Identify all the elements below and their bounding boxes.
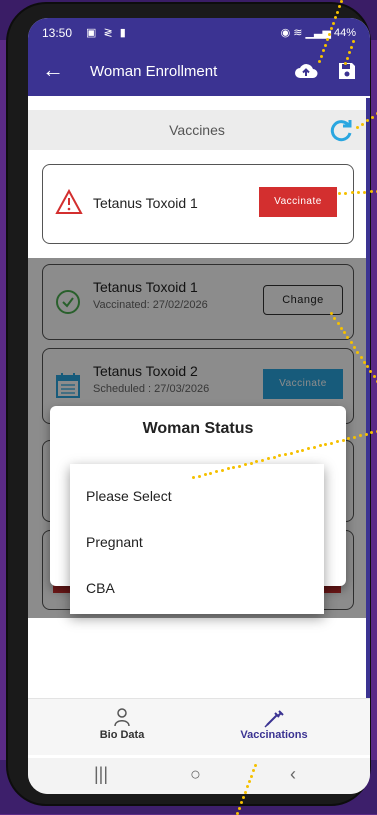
annotation-dot (330, 441, 333, 445)
annotation-dot (312, 445, 316, 449)
annotation-dot (357, 191, 360, 194)
status-dropdown-menu: Please Select Pregnant CBA (70, 464, 324, 614)
annotation-dot (336, 321, 340, 325)
annotation-dot (349, 341, 353, 345)
annotation-dot (320, 54, 323, 58)
annotation-dot (372, 375, 376, 379)
annotation-dot (289, 451, 293, 455)
cloud-upload-icon[interactable] (294, 60, 318, 87)
annotation-dot (192, 476, 195, 479)
phone-frame: 13:50 ▣ ≷ ▮ ◉ ≋ ▁▃▅ 44% ← Woman Enrollme… (8, 4, 370, 804)
annotation-dot (344, 62, 347, 65)
annotation-dot (362, 360, 366, 364)
annotation-dot (350, 45, 353, 49)
annotation-dot (209, 471, 213, 475)
notification-icons: ▣ ≷ ▮ (86, 27, 128, 39)
annotation-dot (301, 448, 305, 452)
back-arrow-icon[interactable]: ← (42, 58, 64, 82)
annotation-dot (370, 431, 374, 435)
annotation-dot (330, 312, 333, 315)
signal-icon: ◉ ≋ ▁▃▅ (280, 27, 331, 39)
annotation-dot (203, 473, 207, 477)
annotation-dot (348, 51, 351, 54)
app-bar: ← Woman Enrollment (28, 48, 370, 96)
annotation-dot (340, 0, 343, 3)
annotation-dot (341, 438, 345, 442)
annotation-dot (364, 432, 368, 436)
app-screen: 13:50 ▣ ≷ ▮ ◉ ≋ ▁▃▅ 44% ← Woman Enrollme… (28, 18, 370, 794)
recents-icon[interactable]: ||| (94, 764, 108, 785)
annotation-dot (244, 790, 247, 794)
status-right: ◉ ≋ ▁▃▅ 44% (281, 26, 356, 39)
vaccines-header: Vaccines (28, 110, 366, 150)
option-cba[interactable]: CBA (86, 580, 115, 596)
battery-level: 44% (333, 27, 356, 39)
annotation-dot (238, 806, 241, 810)
annotation-dot (359, 355, 363, 359)
system-navigation-bar: ||| ○ ‹ (28, 758, 370, 794)
annotation-dot (356, 126, 359, 129)
annotation-dot (346, 56, 349, 60)
annotation-dot (369, 190, 373, 194)
status-time: 13:50 (42, 26, 73, 40)
annotation-dot (249, 461, 253, 465)
annotation-dot (366, 119, 369, 122)
annotation-dot (254, 764, 257, 767)
annotation-dot (197, 474, 201, 478)
annotation-dot (284, 453, 287, 456)
annotation-dot (220, 468, 224, 472)
home-icon[interactable]: ○ (190, 764, 201, 785)
annotation-dot (353, 435, 356, 439)
dialog-title: Woman Status (142, 420, 254, 437)
refresh-icon[interactable] (328, 118, 354, 149)
annotation-dot (238, 464, 241, 468)
annotation-dot (352, 40, 355, 43)
woman-icon (82, 707, 162, 729)
save-icon[interactable] (336, 60, 358, 87)
annotation-dot (295, 450, 299, 454)
syringe-icon (224, 707, 324, 729)
vaccine-card-due: Tetanus Toxoid 1 Vaccinate (42, 164, 354, 244)
tab-label: Vaccinations (240, 729, 308, 741)
vaccine-name: Tetanus Toxoid 1 (93, 195, 198, 211)
annotation-dot (250, 774, 253, 778)
option-pregnant[interactable]: Pregnant (86, 534, 143, 550)
warning-icon (55, 188, 83, 220)
page-title: Woman Enrollment (90, 63, 218, 80)
annotation-dot (369, 370, 373, 374)
annotation-dot (328, 32, 331, 36)
back-icon[interactable]: ‹ (290, 764, 296, 785)
annotation-dot (243, 463, 247, 467)
vaccinate-button[interactable]: Vaccinate (259, 187, 337, 217)
annotation-dot (353, 346, 356, 349)
annotation-dot (338, 192, 341, 195)
scrollbar[interactable] (366, 98, 370, 738)
annotation-dot (318, 60, 321, 63)
annotation-dot (361, 122, 364, 126)
tab-bio-data[interactable]: Bio Data (82, 707, 162, 741)
annotation-dot (335, 440, 339, 444)
status-bar: 13:50 ▣ ≷ ▮ ◉ ≋ ▁▃▅ 44% (28, 18, 370, 48)
annotation-dot (324, 43, 327, 47)
tab-label: Bio Data (99, 729, 145, 741)
annotation-dot (371, 115, 374, 119)
annotation-dot (336, 10, 339, 14)
annotation-dot (261, 458, 264, 462)
annotation-dot (248, 780, 251, 783)
tab-vaccinations[interactable]: Vaccinations (224, 707, 324, 741)
annotation-dot (339, 326, 343, 330)
annotation-dot (242, 796, 245, 799)
annotation-dot (272, 455, 276, 459)
option-please-select[interactable]: Please Select (86, 488, 172, 504)
annotation-dot (332, 21, 335, 25)
bottom-navigation: Bio Data Vaccinations (28, 698, 370, 755)
